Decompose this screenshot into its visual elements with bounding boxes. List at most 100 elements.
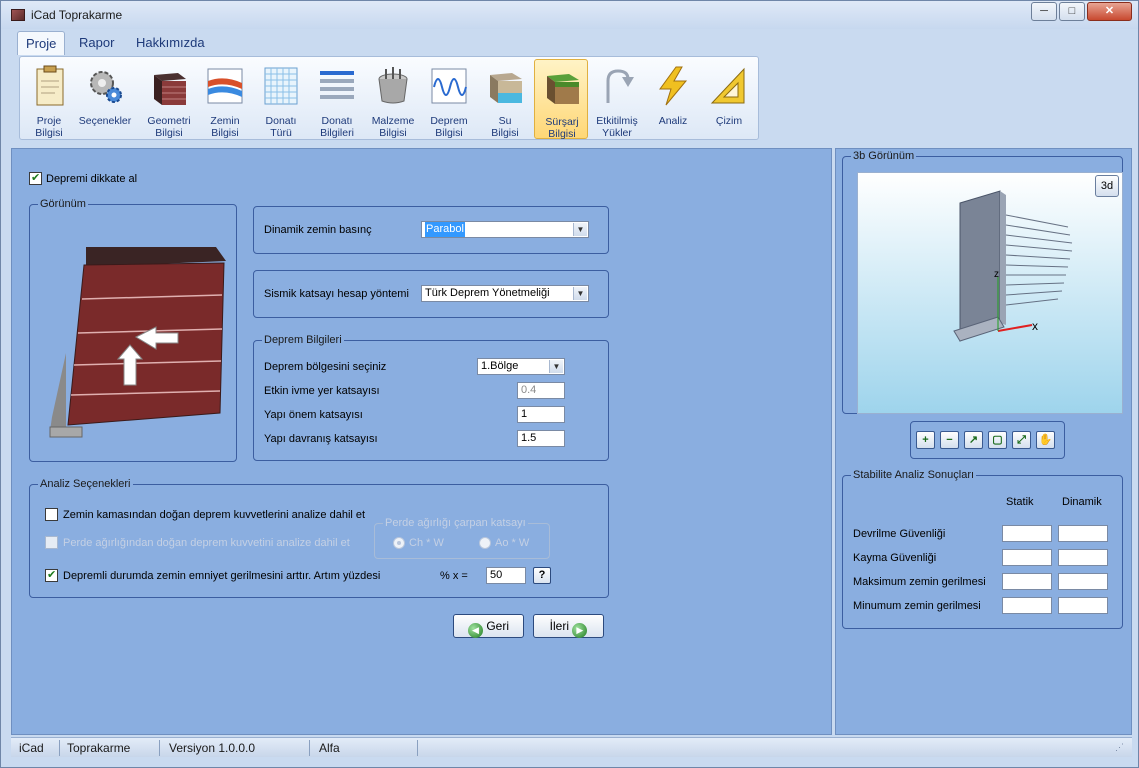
status-app: iCad (19, 741, 44, 755)
seismic-method-group: Sismik katsayı hesap yöntemi Türk Deprem… (253, 270, 609, 318)
view3d-canvas[interactable]: 3d x z (857, 172, 1123, 414)
min-stress-dynamic-field (1058, 597, 1108, 614)
app-window: iCad Toprakarme ─ □ ✕ Proje Rapor Hakkım… (0, 0, 1139, 768)
increase-stress-checkbox[interactable] (45, 568, 58, 582)
consider-quake-label: Depremi dikkate al (46, 173, 138, 185)
ribbon-donati-bilgileri[interactable]: Donatı Bilgileri (310, 59, 364, 139)
tab-hakkimizda[interactable]: Hakkımızda (128, 31, 213, 55)
radio-ao-w[interactable] (479, 537, 491, 549)
percent-field[interactable]: 50 (486, 567, 526, 584)
lightning-icon (659, 66, 688, 106)
quake-zone-select[interactable]: 1.Bölge ▼ (477, 358, 565, 375)
max-stress-dynamic-field (1058, 573, 1108, 590)
ribbon-toolbar: Proje Bilgisi Seçenekler Geometri Bilgisi … (19, 56, 759, 140)
ribbon-proje-bilgisi[interactable]: Proje Bilgisi (22, 59, 76, 139)
importance-field[interactable]: 1 (517, 406, 565, 423)
sliding-static-field (1002, 549, 1052, 566)
overturning-label: Devrilme Güvenliği (853, 528, 946, 540)
max-stress-label: Maksimum zemin gerilmesi (853, 576, 986, 588)
zoom-out-icon[interactable]: − (940, 431, 959, 449)
clipboard-icon (36, 65, 64, 106)
soil-wedge-label: Zemin kamasından doğan deprem kuvvetleri… (63, 509, 366, 521)
view-group-title: Görünüm (38, 198, 88, 210)
view3d-toolbar: + − ↗ ▢ ⤢ ✋ (910, 421, 1065, 459)
status-module: Toprakarme (67, 741, 131, 755)
overturning-static-field (1002, 525, 1052, 542)
next-button[interactable]: İleri ▶ (533, 614, 604, 638)
resize-grip-icon[interactable]: ⋰ (1115, 742, 1124, 753)
radio-ao-w-label: Ao * W (495, 537, 530, 549)
help-button[interactable]: ? (533, 567, 551, 584)
axis-x-label: x (1032, 319, 1038, 333)
stability-results-group: Stabilite Analiz Sonuçları Statik Dinami… (842, 469, 1123, 629)
app-logo-icon (11, 9, 25, 21)
wall-weight-factor-group: Perde ağırlığı çarpan katsayı Ch * W Ao … (374, 517, 550, 559)
fit-icon[interactable]: ⤢ (1012, 431, 1031, 449)
view-group: Görünüm (29, 198, 237, 462)
behavior-field[interactable]: 1.5 (517, 430, 565, 447)
minimize-button[interactable]: ─ (1031, 2, 1057, 21)
title-bar: iCad Toprakarme ─ □ ✕ (1, 1, 1138, 29)
ribbon-secenekler[interactable]: Seçenekler (78, 59, 132, 139)
status-stage: Alfa (319, 741, 340, 755)
ribbon-etkitilmis-yukler[interactable]: Etkitilmiş Yükler (590, 59, 644, 139)
wall-3d-model (953, 190, 1073, 342)
consider-quake-checkbox[interactable] (29, 171, 42, 185)
close-button[interactable]: ✕ (1087, 2, 1132, 21)
view3d-title: 3b Görünüm (851, 150, 917, 162)
sliding-label: Kayma Güvenliği (853, 552, 937, 564)
max-stress-static-field (1002, 573, 1052, 590)
axis-z-label: z (994, 269, 999, 280)
mesh-grid-icon (264, 67, 298, 105)
seismic-method-value: Türk Deprem Yönetmeliği (425, 287, 550, 299)
quake-zone-label: Deprem bölgesini seçiniz (264, 361, 387, 373)
importance-label: Yapı önem katsayısı (264, 409, 363, 421)
ribbon-geometri-bilgisi[interactable]: Geometri Bilgisi (142, 59, 196, 139)
back-button[interactable]: ◀ Geri (453, 614, 524, 638)
overturning-dynamic-field (1058, 525, 1108, 542)
seismic-method-select[interactable]: Türk Deprem Yönetmeliği ▼ (421, 285, 589, 302)
pan-hand-icon[interactable]: ✋ (1036, 431, 1055, 449)
bars-icon (320, 71, 354, 99)
maximize-button[interactable]: □ (1059, 2, 1085, 21)
tab-proje[interactable]: Proje (17, 31, 66, 55)
dynamic-pressure-select[interactable]: Parabol ▼ (421, 221, 589, 238)
ribbon-zemin-bilgisi[interactable]: Zemin Bilgisi (198, 59, 252, 139)
quake-info-title: Deprem Bilgileri (262, 334, 344, 346)
ground-accel-field[interactable]: 0.4 (517, 382, 565, 399)
ground-accel-label: Etkin ivme yer katsayısı (264, 385, 380, 397)
behavior-label: Yapı davranış katsayısı (264, 433, 378, 445)
zoom-extents-icon[interactable]: ▢ (988, 431, 1007, 449)
col-dynamic-header: Dinamik (1062, 496, 1102, 508)
min-stress-static-field (1002, 597, 1052, 614)
load-arrow-icon (606, 69, 634, 103)
ribbon-surshar-bilgisi[interactable]: Sürşarj Bilgisi (534, 59, 588, 140)
chevron-down-icon: ▼ (573, 223, 587, 236)
ribbon-su-bilgisi[interactable]: Su Bilgisi (478, 59, 532, 139)
dynamic-pressure-value: Parabol (425, 222, 465, 237)
wall-weight-label: Perde ağırlığından doğan deprem kuvvetin… (63, 537, 350, 549)
surcharge-block-icon (547, 74, 579, 104)
zoom-window-icon[interactable]: ↗ (964, 431, 983, 449)
ribbon-malzeme-bilgisi[interactable]: Malzeme Bilgisi (366, 59, 420, 139)
wall-weight-checkbox[interactable] (45, 536, 58, 549)
material-icon (378, 67, 408, 104)
chevron-down-icon: ▼ (573, 287, 587, 300)
radio-ch-w[interactable] (393, 537, 405, 549)
ribbon-deprem-bilgisi[interactable]: Deprem Bilgisi (422, 59, 476, 139)
zoom-in-icon[interactable]: + (916, 431, 935, 449)
block-geometry-icon (154, 73, 186, 105)
seismic-method-label: Sismik katsayı hesap yöntemi (264, 288, 409, 300)
view3d-group: 3b Görünüm 3d x z (842, 150, 1123, 414)
sliding-dynamic-field (1058, 549, 1108, 566)
arrow-left-icon: ◀ (467, 623, 483, 638)
ribbon-cizim[interactable]: Çizim (702, 59, 756, 139)
tab-rapor[interactable]: Rapor (71, 31, 122, 55)
ribbon-analiz[interactable]: Analiz (646, 59, 700, 139)
seismic-wave-icon (431, 68, 467, 104)
stability-title: Stabilite Analiz Sonuçları (851, 469, 977, 481)
analysis-options-group: Analiz Seçenekleri Zemin kamasından doğa… (29, 478, 609, 598)
ribbon-donati-turu[interactable]: Donatı Türü (254, 59, 308, 139)
dynamic-pressure-group: Dinamik zemin basınç Parabol ▼ (253, 206, 609, 254)
soil-wedge-checkbox[interactable] (45, 508, 58, 521)
